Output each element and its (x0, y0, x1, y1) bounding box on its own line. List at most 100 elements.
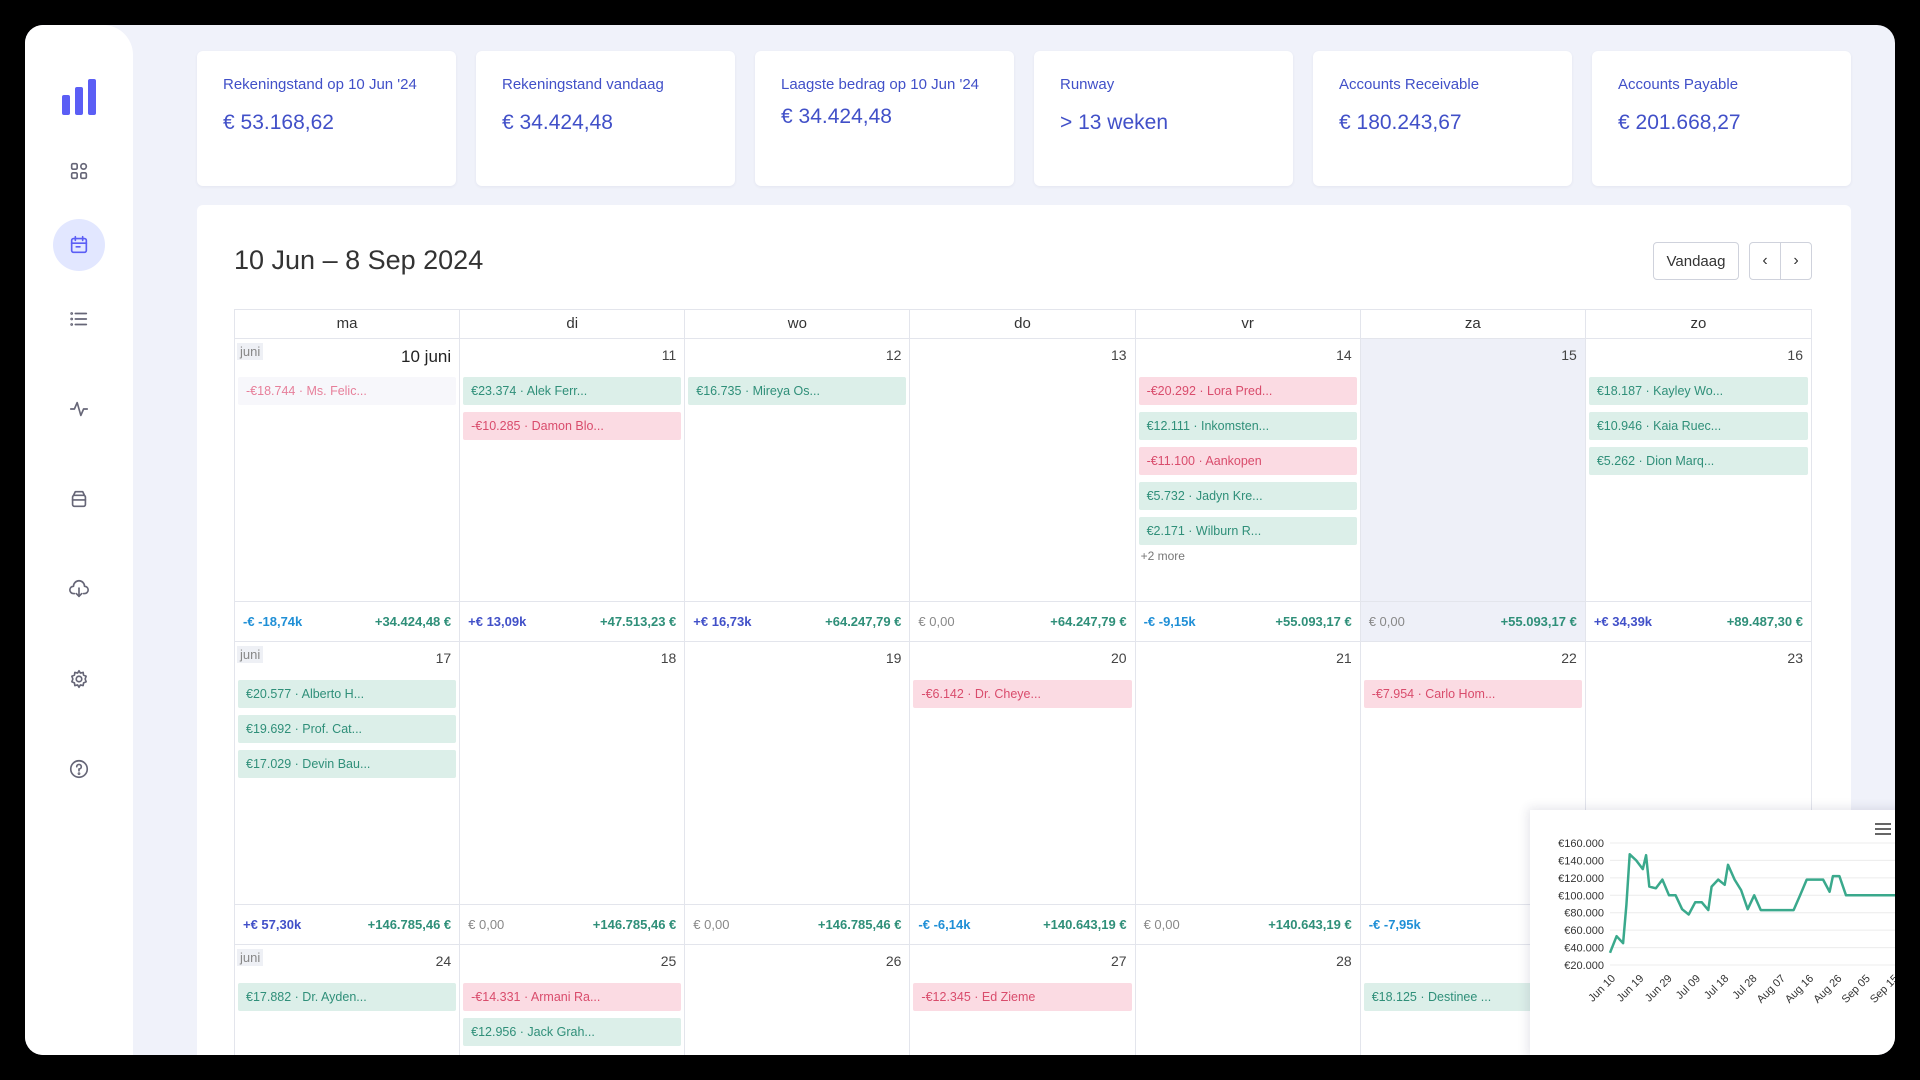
sidebar (25, 25, 133, 1055)
event-item[interactable]: €12.956 · Jack Grah... (463, 1018, 682, 1046)
event-item[interactable]: -€12.345 · Ed Zieme (913, 983, 1132, 1011)
today-button[interactable]: Vandaag (1653, 242, 1739, 280)
day-summary: € 0,00 +64.247,79 € (910, 601, 1135, 641)
sidebar-item-calendar[interactable] (53, 219, 105, 271)
event-item[interactable]: €10.946 · Kaia Ruec... (1588, 412, 1808, 440)
event-item[interactable]: -€6.142 · Dr. Cheye... (913, 680, 1132, 708)
day-summary: +€ 57,30k +146.785,46 € (235, 904, 460, 944)
day-cell[interactable]: 14 -€20.292 · Lora Pred... €12.111 · Inkom… (1135, 339, 1361, 641)
sidebar-item-list[interactable] (53, 293, 105, 345)
day-net-change: -€ -7,95k (1368, 917, 1421, 932)
month-label: juni (237, 646, 264, 663)
day-cell[interactable]: 20 -€6.142 · Dr. Cheye... -€ -6,14k +140.64… (910, 642, 1136, 944)
event-item[interactable]: -€18.744 · Ms. Felic... (238, 377, 457, 405)
day-cell[interactable]: 25 -€14.331 · Armani Ra... €12.956 · Jack … (460, 945, 686, 1055)
event-item[interactable]: -€14.331 · Armani Ra... (463, 983, 682, 1011)
day-cell[interactable]: 21 € 0,00 +140.643,19 € (1135, 642, 1361, 944)
day-net-change: +€ 57,30k (243, 917, 302, 932)
day-number: 17 (435, 650, 452, 666)
day-number: 14 (1336, 347, 1352, 363)
day-net-change: +€ 34,39k (1593, 614, 1653, 629)
grid-apps-icon (70, 162, 88, 180)
day-number: 22 (1561, 650, 1577, 666)
event-item[interactable]: €19.692 · Prof. Cat... (238, 715, 457, 743)
day-number: 27 (1110, 953, 1127, 969)
sidebar-item-import[interactable] (53, 563, 105, 615)
kpi-card-receivable: Accounts Receivable € 180.243,67 (1313, 51, 1572, 186)
day-running-balance: +47.513,23 € (600, 614, 677, 629)
day-cell[interactable]: 13 € 0,00 +64.247,79 € (910, 339, 1136, 641)
more-events-link[interactable]: +2 more (1139, 549, 1357, 563)
y-tick-label: €80.000 (1564, 908, 1604, 920)
x-tick-label: Jun 19 (1615, 973, 1647, 1005)
day-summary: € 0,00 +140.643,19 € (1135, 904, 1360, 944)
event-item[interactable]: €5.732 · Jadyn Kre... (1138, 482, 1357, 510)
calendar-icon (70, 235, 88, 254)
day-net-change: +€ 13,09k (468, 614, 527, 629)
day-number: 10 juni (401, 347, 452, 366)
series-line (1608, 853, 1895, 954)
day-cell[interactable]: juni 10 juni -€18.744 · Ms. Felic... -€ -18… (235, 339, 461, 641)
sidebar-item-activity[interactable] (53, 383, 105, 435)
day-number: 28 (1336, 953, 1352, 969)
day-summary: -€ -18,74k +34.424,48 € (235, 601, 460, 641)
event-item[interactable]: €20.577 · Alberto H... (238, 680, 457, 708)
weekday-label: za (1361, 310, 1586, 338)
event-list: €18.187 · Kayley Wo... €10.946 · Kaia Rue… (1588, 377, 1808, 475)
day-net-change: € 0,00 (1368, 614, 1405, 629)
day-cell[interactable]: 19 € 0,00 +146.785,46 € (685, 642, 911, 944)
logo-bar-chart-icon[interactable] (59, 75, 99, 115)
day-cell[interactable]: 26 (685, 945, 911, 1055)
day-cell[interactable]: 15 € 0,00 +55.093,17 € (1360, 339, 1586, 641)
day-number: 11 (661, 347, 677, 363)
balance-chart-card: €160.000 €140.000 €120.000 €100.000 €80.000 €… (1530, 810, 1895, 1055)
sidebar-item-dashboard[interactable] (53, 145, 105, 197)
day-running-balance: +146.785,46 € (367, 917, 452, 932)
day-number: 24 (435, 953, 452, 969)
hamburger-icon[interactable] (1875, 823, 1891, 835)
event-item[interactable]: €23.374 · Alek Ferr... (463, 377, 682, 405)
day-net-change: -€ -6,14k (918, 917, 971, 932)
day-net-change: € 0,00 (468, 917, 505, 932)
day-running-balance: +55.093,17 € (1500, 614, 1577, 629)
day-cell[interactable]: 16 €18.187 · Kayley Wo... €10.946 · Kaia R… (1585, 339, 1811, 641)
event-item[interactable]: €17.029 · Devin Bau... (238, 750, 457, 778)
day-summary: € 0,00 +146.785,46 € (685, 904, 910, 944)
day-net-change: +€ 16,73k (693, 614, 752, 629)
event-item[interactable]: €16.735 · Mireya Os... (688, 377, 907, 405)
weekday-label: do (910, 310, 1136, 338)
event-item[interactable]: €17.882 · Dr. Ayden... (238, 983, 457, 1011)
day-cell[interactable]: juni 17 €20.577 · Alberto H... €19.692 · Pr… (235, 642, 461, 944)
day-number: 18 (660, 650, 677, 666)
event-item[interactable]: -€20.292 · Lora Pred... (1138, 377, 1357, 405)
kpi-card-balance-today: Rekeningstand vandaag € 34.424,48 (476, 51, 735, 186)
day-cell[interactable]: 12 €16.735 · Mireya Os... +€ 16,73k +64.247… (685, 339, 911, 641)
x-tick-label: Jun 10 (1586, 973, 1618, 1005)
event-item[interactable]: €18.187 · Kayley Wo... (1588, 377, 1808, 405)
kpi-value: > 13 weken (1060, 111, 1168, 134)
day-cell[interactable]: 18 € 0,00 +146.785,46 € (460, 642, 686, 944)
event-item[interactable]: -€11.100 · Aankopen (1138, 447, 1357, 475)
day-net-change: € 0,00 (1143, 917, 1180, 932)
sidebar-item-help[interactable] (53, 743, 105, 795)
day-cell[interactable]: juni 24 €17.882 · Dr. Ayden... (235, 945, 461, 1055)
event-list: €16.735 · Mireya Os... (688, 377, 907, 405)
event-item[interactable]: €5.262 · Dion Marq... (1588, 447, 1808, 475)
event-item[interactable]: €12.111 · Inkomsten... (1138, 412, 1357, 440)
event-list: -€20.292 · Lora Pred... €12.111 · Inkomst… (1138, 377, 1357, 563)
day-cell[interactable]: 28 (1136, 945, 1361, 1055)
sidebar-item-settings[interactable] (53, 653, 105, 705)
day-net-change: € 0,00 (918, 614, 955, 629)
event-item[interactable]: -€7.954 · Carlo Hom... (1363, 680, 1582, 708)
event-item[interactable]: €2.171 · Wilburn R... (1138, 517, 1357, 545)
prev-period-button[interactable]: ‹ (1749, 242, 1781, 280)
event-item[interactable]: -€10.285 · Damon Blo... (463, 412, 682, 440)
weekday-label: zo (1690, 315, 1707, 332)
sidebar-item-bank[interactable] (53, 473, 105, 525)
day-net-change: -€ -9,15k (1143, 614, 1196, 629)
next-period-button[interactable]: › (1780, 242, 1812, 280)
day-cell[interactable]: 11 €23.374 · Alek Ferr... -€10.285 · Damon… (460, 339, 686, 641)
day-cell[interactable]: 27 -€12.345 · Ed Zieme (910, 945, 1136, 1055)
kpi-label: Rekeningstand op 10 Jun '24 (223, 76, 417, 93)
kpi-label: Accounts Receivable (1339, 76, 1480, 93)
